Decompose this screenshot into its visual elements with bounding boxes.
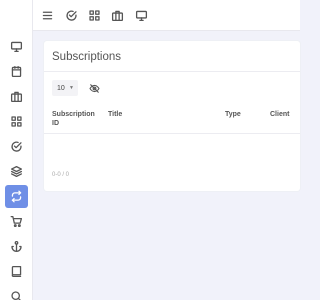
subscriptions-card: Subscriptions 10 ▼ Subscription ID Title…	[44, 41, 300, 191]
sidebar-item-briefcase[interactable]	[5, 85, 28, 108]
pagination-info: 0-0 / 0	[52, 172, 70, 178]
page-title: Subscriptions	[52, 51, 122, 63]
per-page-select[interactable]: 10 ▼	[52, 80, 78, 96]
sidebar-item-layers[interactable]	[5, 160, 28, 183]
toggle-columns-button[interactable]	[86, 80, 102, 96]
column-header-subscription-id[interactable]: Subscription ID	[52, 110, 100, 128]
calendar-icon	[10, 65, 23, 78]
sidebar-item-tasks[interactable]	[5, 135, 28, 158]
sidebar-item-grid[interactable]	[5, 110, 28, 133]
layers-icon	[10, 165, 23, 178]
monitor-icon[interactable]	[134, 8, 149, 23]
search-icon	[10, 290, 23, 300]
table-header-divider	[44, 133, 300, 134]
monitor-icon	[10, 40, 23, 53]
menu-icon[interactable]	[40, 8, 55, 23]
divider	[44, 71, 300, 72]
book-icon	[10, 265, 23, 278]
chevron-down-icon: ▼	[69, 85, 74, 91]
cart-icon	[10, 215, 23, 228]
repeat-icon	[10, 190, 23, 203]
sidebar	[0, 0, 33, 300]
grid-icon	[10, 115, 23, 128]
top-bar	[33, 0, 300, 31]
check-circle-icon	[10, 140, 23, 153]
column-header-title[interactable]: Title	[108, 110, 122, 119]
sidebar-item-cart[interactable]	[5, 210, 28, 233]
sidebar-item-monitor[interactable]	[5, 35, 28, 58]
briefcase-icon[interactable]	[110, 8, 125, 23]
briefcase-icon	[10, 90, 23, 103]
eye-off-icon	[88, 83, 100, 94]
sidebar-item-search[interactable]	[5, 285, 28, 300]
sidebar-item-calendar[interactable]	[5, 60, 28, 83]
column-header-client[interactable]: Client	[270, 110, 289, 119]
sidebar-item-anchor[interactable]	[5, 235, 28, 258]
column-header-type[interactable]: Type	[225, 110, 241, 119]
grid-icon[interactable]	[87, 8, 102, 23]
sidebar-item-book[interactable]	[5, 260, 28, 283]
sidebar-item-subscriptions[interactable]	[5, 185, 28, 208]
anchor-icon	[10, 240, 23, 253]
check-circle-icon[interactable]	[64, 8, 79, 23]
per-page-value: 10	[57, 84, 65, 92]
